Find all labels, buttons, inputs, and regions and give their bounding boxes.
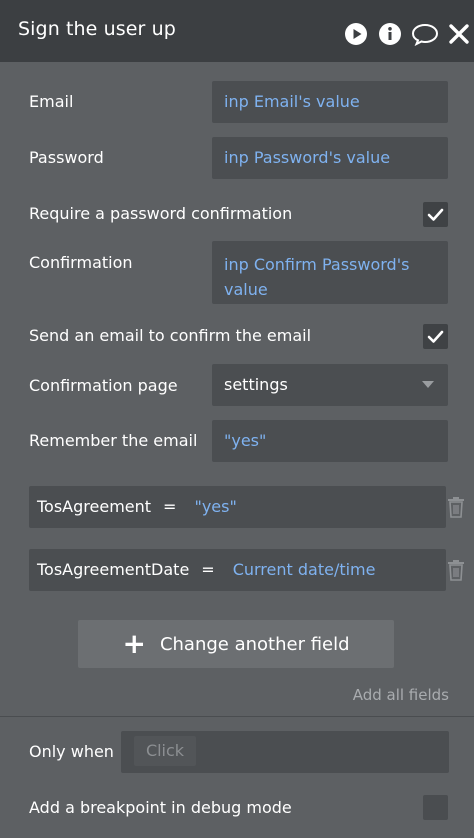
confirmation-field[interactable]: inp Confirm Password's value (212, 241, 448, 304)
breakpoint-label: Add a breakpoint in debug mode (29, 798, 292, 817)
panel-header: Sign the user up (0, 0, 474, 62)
checkmark-icon (427, 330, 444, 343)
info-icon[interactable] (378, 22, 402, 46)
close-icon[interactable] (448, 22, 470, 46)
remember-email-field[interactable]: "yes" (212, 420, 448, 462)
checkmark-icon (427, 208, 444, 221)
plus-icon: + (122, 627, 146, 660)
require-confirmation-checkbox[interactable] (423, 202, 448, 227)
password-field[interactable]: inp Password's value (212, 137, 448, 179)
confirmation-label: Confirmation (29, 253, 133, 272)
remember-email-label: Remember the email (29, 431, 198, 450)
only-when-label: Only when (29, 742, 114, 761)
trash-icon[interactable] (447, 559, 465, 581)
change-field-name: TosAgreementDate (37, 560, 190, 579)
change-field-value: Current date/time (232, 560, 376, 579)
change-operator: = (163, 497, 177, 516)
email-field[interactable]: inp Email's value (212, 81, 448, 123)
comment-icon[interactable] (411, 22, 439, 46)
change-row-tosagreement[interactable]: TosAgreement = "yes" (29, 486, 446, 528)
panel-title: Sign the user up (18, 18, 176, 40)
divider (0, 716, 474, 717)
password-label: Password (29, 148, 104, 167)
breakpoint-checkbox[interactable] (423, 795, 448, 820)
only-when-click-placeholder[interactable]: Click (134, 736, 196, 766)
email-label: Email (29, 92, 74, 111)
change-row-tosagreementdate[interactable]: TosAgreementDate = Current date/time (29, 549, 446, 591)
change-field-value: "yes" (194, 497, 237, 516)
trash-icon[interactable] (447, 496, 465, 518)
confirmation-page-dropdown[interactable]: settings (212, 364, 448, 406)
play-icon[interactable] (344, 22, 368, 46)
send-email-checkbox[interactable] (423, 324, 448, 349)
add-all-fields-link[interactable]: Add all fields (353, 686, 449, 704)
chevron-down-icon (422, 381, 434, 388)
change-field-name: TosAgreement (37, 497, 152, 516)
require-confirmation-label: Require a password confirmation (29, 204, 293, 223)
confirmation-page-value: settings (224, 375, 288, 394)
confirmation-page-label: Confirmation page (29, 376, 178, 395)
change-operator: = (201, 560, 215, 579)
change-another-field-button[interactable]: + Change another field (78, 620, 394, 668)
send-email-label: Send an email to confirm the email (29, 326, 312, 345)
confirmation-value-line2: value (224, 280, 268, 299)
change-another-field-label: Change another field (159, 633, 350, 655)
confirmation-value-line1: inp Confirm Password's (224, 255, 410, 274)
